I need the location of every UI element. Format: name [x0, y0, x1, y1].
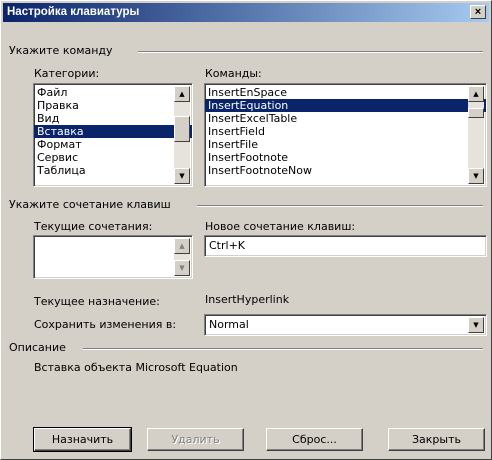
close-window-button[interactable]: × [470, 5, 486, 19]
list-item[interactable]: InsertExcelTable [205, 112, 486, 125]
commands-list: InsertEnSpace InsertEquation InsertExcelTa… [205, 84, 486, 177]
list-item[interactable]: Сервис [34, 151, 192, 164]
list-item[interactable]: Файл [34, 86, 192, 99]
scroll-up-icon[interactable]: ▲ [174, 86, 190, 102]
new-shortcut-input[interactable]: Ctrl+K [204, 235, 487, 257]
chevron-down-icon[interactable]: ▼ [468, 317, 484, 333]
current-assignment-label: Текущее назначение: [34, 295, 160, 308]
current-assignment-value: InsertHyperlink [205, 293, 290, 306]
current-shortcuts-listbox[interactable]: ▲ ▼ [33, 235, 193, 279]
divider [197, 205, 483, 207]
list-item[interactable]: Формат [34, 138, 192, 151]
list-item[interactable]: InsertFile [205, 138, 486, 151]
remove-button[interactable]: Удалить [147, 428, 244, 451]
commands-label: Команды: [205, 67, 262, 80]
categories-scrollbar[interactable]: ▲ ▼ [174, 86, 190, 184]
list-item[interactable]: Правка [34, 99, 192, 112]
commands-scrollbar[interactable]: ▲ ▼ [468, 86, 484, 184]
list-item[interactable]: Вид [34, 112, 192, 125]
save-changes-label: Сохранить изменения в: [34, 318, 177, 331]
current-shortcuts-scrollbar[interactable]: ▲ ▼ [174, 238, 190, 276]
current-shortcuts-label: Текущие сочетания: [34, 220, 153, 233]
commands-listbox[interactable]: InsertEnSpace InsertEquation InsertExcelTa… [204, 83, 487, 187]
assign-button[interactable]: Назначить [33, 427, 132, 452]
save-template-select[interactable]: Normal ▼ [204, 314, 487, 336]
command-group-label: Укажите команду [9, 44, 113, 57]
description-text: Вставка объекта Microsoft Equation [34, 361, 238, 374]
save-template-value: Normal [209, 318, 249, 331]
keyboard-settings-dialog: Настройка клавиатуры × Укажите команду К… [0, 0, 492, 460]
divider [138, 51, 483, 53]
scroll-down-icon[interactable]: ▼ [468, 168, 484, 184]
new-shortcut-label: Новое сочетание клавиш: [205, 220, 356, 233]
scroll-down-icon[interactable]: ▼ [174, 168, 190, 184]
list-item[interactable]: InsertFootnote [205, 151, 486, 164]
close-button[interactable]: Закрыть [388, 428, 485, 451]
scroll-thumb[interactable] [468, 108, 484, 118]
window-title: Настройка клавиатуры [7, 6, 140, 18]
categories-listbox[interactable]: Файл Правка Вид Вставка Формат Сервис Таблица … [33, 83, 193, 187]
divider [83, 348, 483, 350]
categories-label: Категории: [34, 67, 100, 80]
list-item[interactable]: InsertFootnoteNow [205, 164, 486, 177]
categories-list: Файл Правка Вид Вставка Формат Сервис Таблица [34, 84, 192, 177]
title-bar: Настройка клавиатуры × [3, 3, 489, 22]
list-item[interactable]: Вставка [34, 125, 192, 138]
scroll-up-icon: ▲ [174, 238, 190, 254]
scroll-down-icon: ▼ [174, 260, 190, 276]
list-item[interactable]: InsertEnSpace [205, 86, 486, 99]
new-shortcut-value: Ctrl+K [209, 239, 246, 252]
list-item[interactable]: Таблица [34, 164, 192, 177]
scroll-up-icon[interactable]: ▲ [468, 86, 484, 102]
description-group-label: Описание [9, 341, 66, 354]
shortcut-group-label: Укажите сочетание клавиш [9, 198, 171, 211]
reset-button[interactable]: Сброс... [266, 428, 363, 451]
list-item[interactable]: InsertEquation [205, 99, 486, 112]
scroll-thumb[interactable] [174, 116, 190, 142]
list-item[interactable]: InsertField [205, 125, 486, 138]
